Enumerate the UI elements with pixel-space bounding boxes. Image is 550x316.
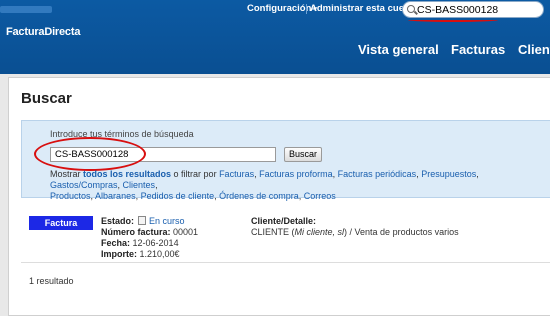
divider bbox=[21, 262, 550, 263]
importe-label: Importe: bbox=[101, 249, 137, 259]
invoice-badge[interactable]: Factura bbox=[29, 216, 93, 230]
result-item: Factura Estado: En curso Número factura: … bbox=[21, 208, 550, 260]
config-menu-label: Configuración bbox=[247, 3, 312, 14]
brand-name[interactable]: FacturaDirecta bbox=[6, 26, 80, 38]
main-panel: Buscar Introduce tus términos de búsqued… bbox=[8, 77, 550, 316]
red-underline-annotation bbox=[408, 18, 498, 22]
global-search-value: CS-BASS000128 bbox=[417, 4, 499, 16]
search-form: Introduce tus términos de búsqueda CS-BA… bbox=[21, 120, 550, 201]
estado-label: Estado: bbox=[101, 216, 135, 226]
client-company: Mi cliente, sl bbox=[294, 227, 345, 237]
filter-correos[interactable]: Correos bbox=[304, 191, 336, 201]
filter-pedidos-cliente[interactable]: Pedidos de cliente bbox=[141, 191, 215, 201]
client-heading: Cliente/Detalle: bbox=[251, 216, 317, 226]
brand-logo-cropped bbox=[0, 6, 52, 13]
search-button[interactable]: Buscar bbox=[284, 147, 322, 162]
filter-albaranes[interactable]: Albaranes bbox=[95, 191, 136, 201]
fecha-value: 12-06-2014 bbox=[132, 238, 179, 248]
document-icon bbox=[138, 216, 147, 225]
tab-clientes[interactable]: Clientes bbox=[518, 42, 550, 57]
tab-facturas[interactable]: Facturas bbox=[451, 42, 505, 57]
fecha-label: Fecha: bbox=[101, 238, 131, 248]
filter-prefix: Mostrar bbox=[50, 169, 81, 179]
client-name: CLIENTE ( bbox=[251, 227, 295, 237]
tab-vista-general[interactable]: Vista general bbox=[358, 42, 439, 57]
client-description: ) / Venta de productos varios bbox=[344, 227, 459, 237]
top-header: FacturaDirecta Configuración ▾ Administra… bbox=[0, 0, 550, 74]
page: FacturaDirecta Configuración ▾ Administra… bbox=[0, 0, 550, 316]
menu-divider bbox=[306, 4, 307, 14]
filter-facturas-proforma[interactable]: Facturas proforma bbox=[259, 169, 333, 179]
filter-presupuestos[interactable]: Presupuestos bbox=[421, 169, 476, 179]
result-count: 1 resultado bbox=[29, 276, 74, 286]
client-detail: Cliente/Detalle: CLIENTE (Mi cliente, sl… bbox=[251, 216, 459, 238]
numero-label: Número factura: bbox=[101, 227, 171, 237]
filter-facturas-periodicas[interactable]: Facturas periódicas bbox=[338, 169, 417, 179]
filter-links: Mostrar todos los resultados o filtrar p… bbox=[50, 169, 479, 201]
importe-value: 1.210,00€ bbox=[139, 249, 180, 259]
result-meta: Estado: En curso Número factura: 00001 Fe… bbox=[101, 216, 198, 260]
estado-value[interactable]: En curso bbox=[149, 216, 185, 226]
filter-all-results[interactable]: todos los resultados bbox=[83, 169, 171, 179]
page-title: Buscar bbox=[21, 90, 72, 107]
global-search-input[interactable]: CS-BASS000128 bbox=[402, 1, 544, 18]
red-circle-annotation bbox=[34, 137, 146, 171]
filter-ordenes-compra[interactable]: Órdenes de compra bbox=[219, 191, 299, 201]
filter-clientes[interactable]: Clientes bbox=[123, 180, 156, 190]
filter-middle: o filtrar por bbox=[171, 169, 220, 179]
numero-value: 00001 bbox=[173, 227, 199, 237]
filter-gastos-compras[interactable]: Gastos/Compras bbox=[50, 180, 118, 190]
filter-facturas[interactable]: Facturas bbox=[219, 169, 254, 179]
search-icon bbox=[407, 5, 415, 13]
filter-productos[interactable]: Productos bbox=[50, 191, 91, 201]
